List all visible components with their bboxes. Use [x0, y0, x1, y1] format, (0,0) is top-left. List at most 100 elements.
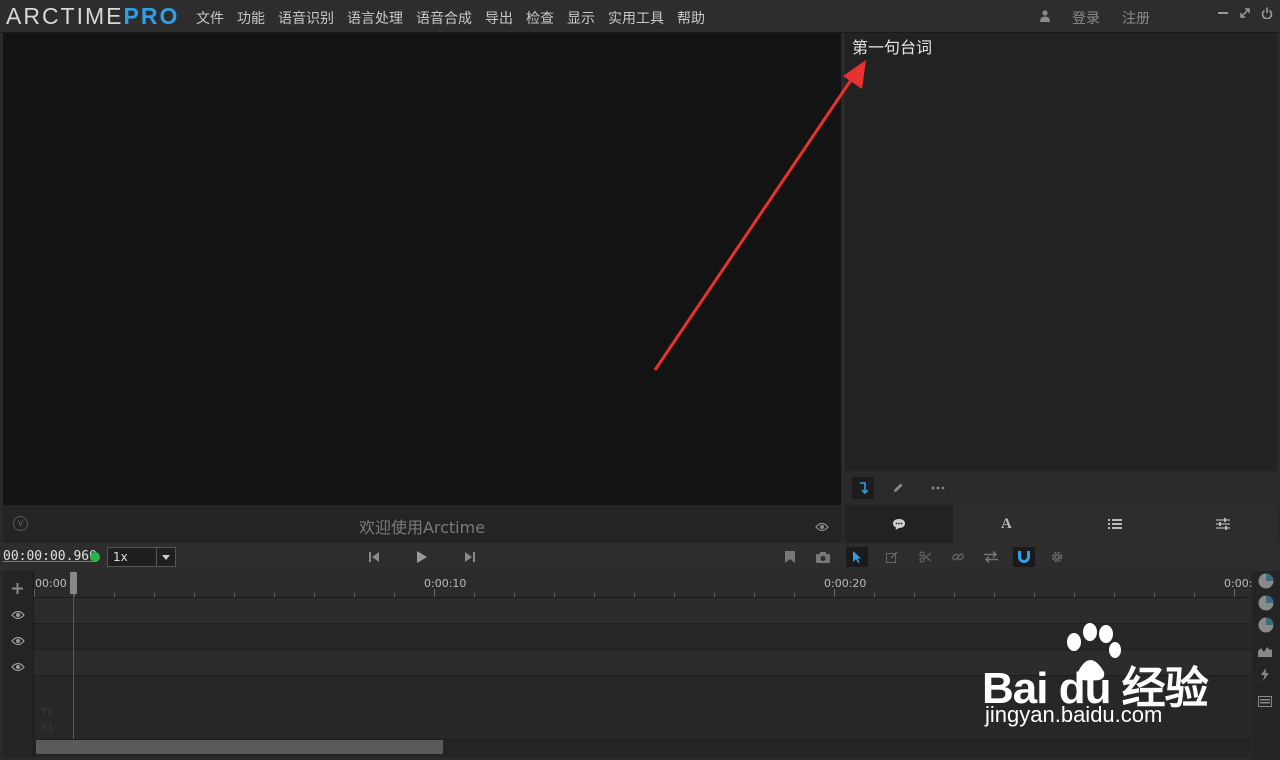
ruler-tick	[314, 593, 315, 597]
camera-icon[interactable]	[815, 549, 831, 565]
panel-icon[interactable]	[1258, 692, 1272, 711]
menu-check[interactable]: 检查	[526, 8, 554, 28]
app-logo: ARCTIMEPRO	[6, 3, 179, 30]
ruler-tick	[194, 593, 195, 597]
login-link[interactable]: 登录	[1072, 8, 1100, 28]
speed-value: 1x	[113, 550, 128, 564]
ruler-label: 0:00:	[1224, 577, 1253, 590]
eye-icon[interactable]	[11, 631, 25, 650]
more-icon[interactable]	[927, 477, 949, 499]
ruler-tick	[474, 593, 475, 597]
subtitle-toolbar	[845, 471, 1277, 505]
tab-settings[interactable]	[1169, 505, 1277, 543]
tab-subtitles[interactable]	[845, 505, 953, 543]
track-label: T0	[41, 707, 54, 718]
account-area: 登录 注册	[1040, 8, 1150, 28]
eye-icon[interactable]	[11, 657, 25, 676]
ruler-tick	[914, 593, 915, 597]
ruler-tick	[754, 593, 755, 597]
menu-language-processing[interactable]: 语言处理	[347, 8, 403, 28]
ruler-tick	[1154, 593, 1155, 597]
menu-file[interactable]: 文件	[196, 8, 224, 28]
timecode[interactable]: 00:00:00.960	[3, 549, 97, 564]
select-cursor-icon[interactable]	[846, 547, 868, 567]
ruler-tick	[394, 593, 395, 597]
minimize-icon[interactable]	[1216, 6, 1230, 20]
ruler-label: 0:00:20	[824, 577, 867, 590]
power-icon[interactable]	[1260, 6, 1274, 20]
playhead[interactable]	[73, 571, 74, 739]
video-preview[interactable]	[3, 33, 841, 505]
horizontal-scrollbar[interactable]	[36, 740, 443, 754]
scissors-icon[interactable]	[917, 549, 933, 565]
volume-knob-icon[interactable]	[1258, 617, 1274, 637]
register-link[interactable]: 注册	[1122, 8, 1150, 28]
menu-speech-synthesis[interactable]: 语音合成	[416, 8, 472, 28]
playhead-handle[interactable]	[70, 572, 77, 594]
waveform-icon[interactable]	[1258, 642, 1272, 661]
ruler-tick	[1114, 593, 1115, 597]
gear-icon[interactable]	[1049, 549, 1065, 565]
pencil-icon[interactable]	[887, 477, 909, 499]
ruler-tick	[354, 593, 355, 597]
font-icon: A	[1000, 515, 1014, 534]
ruler-tick	[1194, 593, 1195, 597]
ruler-tick	[554, 593, 555, 597]
brand-suffix: PRO	[123, 3, 180, 29]
menu-speech-recognition[interactable]: 语音识别	[278, 8, 334, 28]
ruler-tick	[434, 589, 435, 597]
skip-back-icon[interactable]	[366, 549, 382, 565]
menu-bar: ARCTIMEPRO 文件 功能 语音识别 语言处理 语音合成 导出 检查 显示…	[0, 0, 1280, 33]
svg-text:A: A	[1001, 516, 1012, 530]
timeline-sidebar	[1252, 571, 1280, 760]
menu-display[interactable]: 显示	[567, 8, 595, 28]
watermark-url: jingyan.baidu.com	[985, 702, 1163, 727]
ruler-tick	[34, 589, 35, 597]
menu-export[interactable]: 导出	[485, 8, 513, 28]
ruler-tick	[794, 593, 795, 597]
track-label: S1	[41, 723, 54, 734]
ruler-tick	[1034, 593, 1035, 597]
insert-line-icon[interactable]	[852, 477, 874, 499]
tab-list[interactable]	[1061, 505, 1169, 543]
swap-icon[interactable]	[983, 549, 999, 565]
video-status-bar: V 欢迎使用Arctime	[3, 505, 841, 543]
magnet-icon[interactable]	[1013, 547, 1035, 567]
ruler-tick	[154, 593, 155, 597]
ruler-label: 00:00	[35, 577, 67, 590]
menu-tools[interactable]: 实用工具	[608, 8, 664, 28]
volume-knob-icon[interactable]	[1258, 573, 1274, 593]
skip-forward-icon[interactable]	[462, 549, 478, 565]
sliders-icon	[1216, 515, 1230, 534]
speed-select[interactable]: 1x	[107, 547, 176, 567]
user-icon	[1040, 8, 1050, 28]
track-labels: T0 S1	[41, 705, 54, 737]
ruler-tick	[874, 593, 875, 597]
volume-knob-icon[interactable]	[1258, 595, 1274, 615]
brand-name: ARCTIME	[6, 3, 124, 29]
eye-icon[interactable]	[815, 517, 829, 536]
menu-help[interactable]: 帮助	[677, 8, 705, 28]
list-icon	[1108, 515, 1122, 534]
edit-icon[interactable]	[884, 549, 900, 565]
track-gutter	[3, 571, 34, 757]
bookmark-icon[interactable]	[782, 549, 798, 565]
track-row[interactable]	[34, 598, 1251, 624]
transport-bar: 00:00:00.960 1x	[0, 543, 1280, 571]
maximize-icon[interactable]	[1238, 6, 1252, 20]
panel-tabs: A	[845, 505, 1277, 543]
tab-style[interactable]: A	[953, 505, 1061, 543]
ruler-tick	[1074, 593, 1075, 597]
ruler-tick	[1234, 589, 1235, 597]
link-icon[interactable]	[950, 549, 966, 565]
play-icon[interactable]	[414, 549, 430, 565]
subtitle-line[interactable]: 第一句台词	[852, 34, 932, 58]
add-track-icon[interactable]	[12, 579, 23, 598]
chevron-down-icon[interactable]	[156, 548, 175, 566]
eye-icon[interactable]	[11, 605, 25, 624]
menu-function[interactable]: 功能	[237, 8, 265, 28]
lightning-icon[interactable]	[1260, 666, 1270, 685]
time-ruler[interactable]: 00:00 0:00:10 0:00:20 0:00:	[34, 571, 1253, 598]
ruler-tick	[234, 593, 235, 597]
ruler-tick	[954, 593, 955, 597]
